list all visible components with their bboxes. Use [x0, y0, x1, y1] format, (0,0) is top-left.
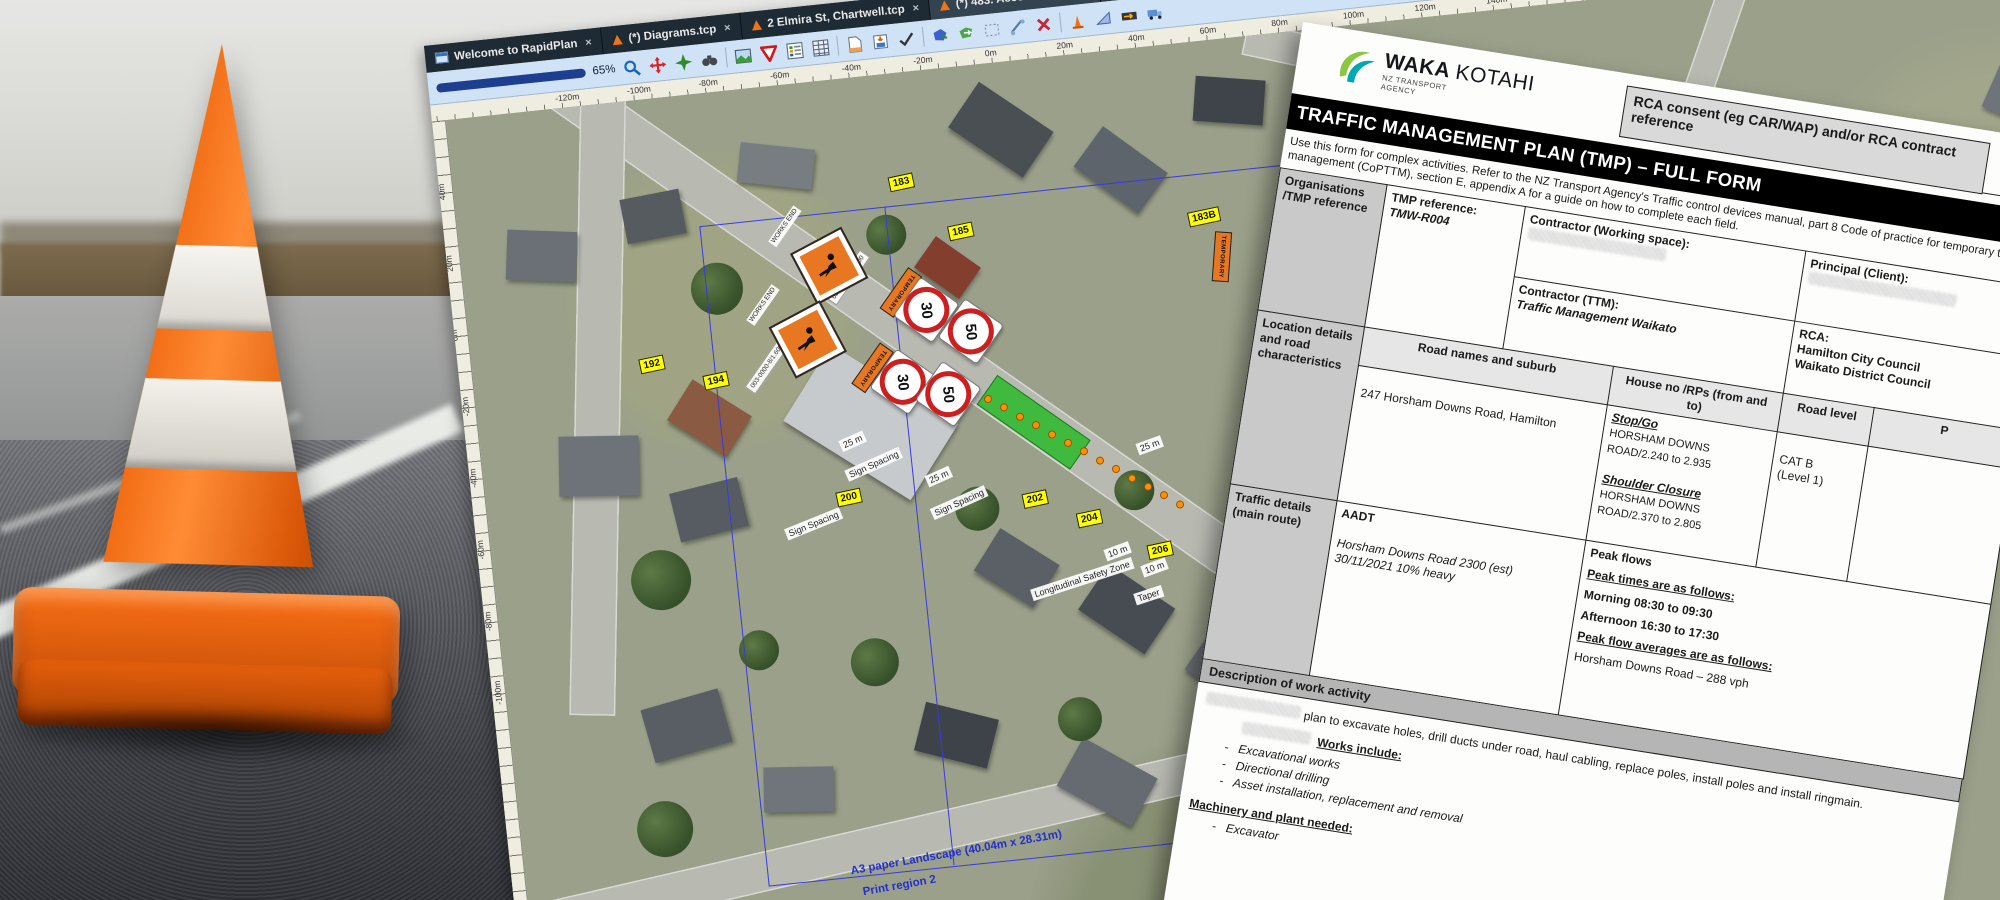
toolbar-separator — [922, 27, 925, 47]
cone-reflective-band — [39, 241, 391, 334]
delineator-dot[interactable] — [1128, 474, 1137, 483]
toolbar-separator — [725, 47, 728, 67]
ruler-label: 120m — [1414, 1, 1436, 13]
table-grid-icon[interactable] — [810, 37, 831, 58]
cone-reflective-band — [36, 375, 388, 474]
building-roof — [506, 230, 578, 282]
window-icon — [435, 52, 449, 64]
ruler-label: -80m — [698, 77, 718, 89]
house-number-label[interactable]: 192 — [638, 355, 665, 375]
tmp-ref-cell: TMP reference: TMW-R004 — [1365, 185, 1526, 349]
ruler-label: 80m — [1271, 17, 1289, 29]
checklist-icon[interactable] — [785, 40, 806, 61]
ruler-label: -100m — [626, 84, 651, 96]
taper-tool-icon[interactable] — [1093, 7, 1114, 28]
cone-icon — [751, 19, 762, 30]
delineator-dot[interactable] — [1048, 430, 1057, 439]
cone-body — [32, 39, 397, 608]
zoom-level: 65% — [592, 63, 616, 77]
building-roof — [1193, 76, 1266, 126]
building-roof — [1982, 60, 2000, 138]
composite-screenshot: { "window": { "tabs": [ {"label": "Welco… — [0, 0, 2000, 900]
ruler-label: 60m — [1199, 24, 1217, 36]
measure-icon[interactable] — [1007, 16, 1028, 37]
tree — [628, 547, 694, 613]
koru-icon — [1331, 42, 1379, 92]
ruler-label: 100m — [1342, 9, 1364, 21]
ruler-label: -20m — [913, 54, 933, 66]
building-roof — [737, 142, 816, 190]
work-area-green-icon[interactable] — [956, 22, 977, 43]
ruler-label: 0m — [984, 47, 997, 58]
close-icon[interactable]: × — [912, 2, 920, 15]
arrow-board-icon[interactable] — [1119, 5, 1140, 26]
tree — [634, 798, 696, 860]
posted-speed-cell — [1847, 446, 2000, 604]
cone-icon — [612, 34, 623, 45]
worker-symbol-icon — [813, 249, 846, 282]
building-roof — [558, 435, 639, 496]
rotate-plan-icon[interactable] — [673, 52, 694, 73]
toolbar-separator — [836, 36, 839, 56]
delete-icon[interactable] — [1033, 14, 1054, 35]
cone-tool-icon[interactable] — [1067, 10, 1088, 31]
close-icon[interactable]: × — [724, 21, 732, 34]
ruler-label: -120m — [555, 91, 580, 103]
new-page-icon[interactable] — [844, 34, 865, 55]
temporary-sign[interactable]: TEMPORARY — [1212, 231, 1232, 282]
close-icon[interactable]: × — [585, 36, 593, 49]
ruler-label: -100m — [492, 680, 504, 705]
export-page-icon[interactable] — [870, 31, 891, 52]
ruler-label: 40m — [1128, 32, 1146, 44]
worker-symbol-icon — [791, 323, 824, 356]
ruler-label: 140m — [1486, 0, 1508, 6]
region-outline-icon[interactable] — [981, 19, 1002, 40]
building-roof — [619, 189, 686, 245]
background-image-icon[interactable] — [733, 45, 754, 66]
rp-cell: Stop/Go HORSHAM DOWNS ROAD/2.240 to 2.93… — [1586, 405, 1777, 567]
print-info-line2: Print region 2 — [862, 874, 937, 899]
giveway-sign-icon[interactable] — [759, 43, 780, 64]
zoom-search-icon[interactable] — [621, 57, 642, 78]
find-binoculars-icon[interactable] — [699, 49, 720, 70]
building-roof — [640, 688, 732, 763]
traffic-cone-photo — [11, 39, 429, 729]
toolbar-separator — [1059, 12, 1062, 32]
scrollbar-thumb[interactable] — [436, 68, 586, 93]
building-roof — [948, 82, 1053, 178]
ruler-label: 20m — [1056, 39, 1074, 51]
ruler-label: -40m — [841, 61, 861, 73]
cone-icon — [939, 0, 950, 10]
ruler-label: -60m — [770, 69, 790, 81]
tab-label: (*) Diagrams.tcp — [628, 23, 717, 44]
house-number-label[interactable]: 183 — [888, 172, 915, 192]
pan-move-icon[interactable] — [647, 54, 668, 75]
confirm-check-icon[interactable] — [896, 28, 917, 49]
work-area-blue-icon[interactable] — [930, 25, 951, 46]
truck-tool-icon[interactable] — [1145, 2, 1166, 23]
